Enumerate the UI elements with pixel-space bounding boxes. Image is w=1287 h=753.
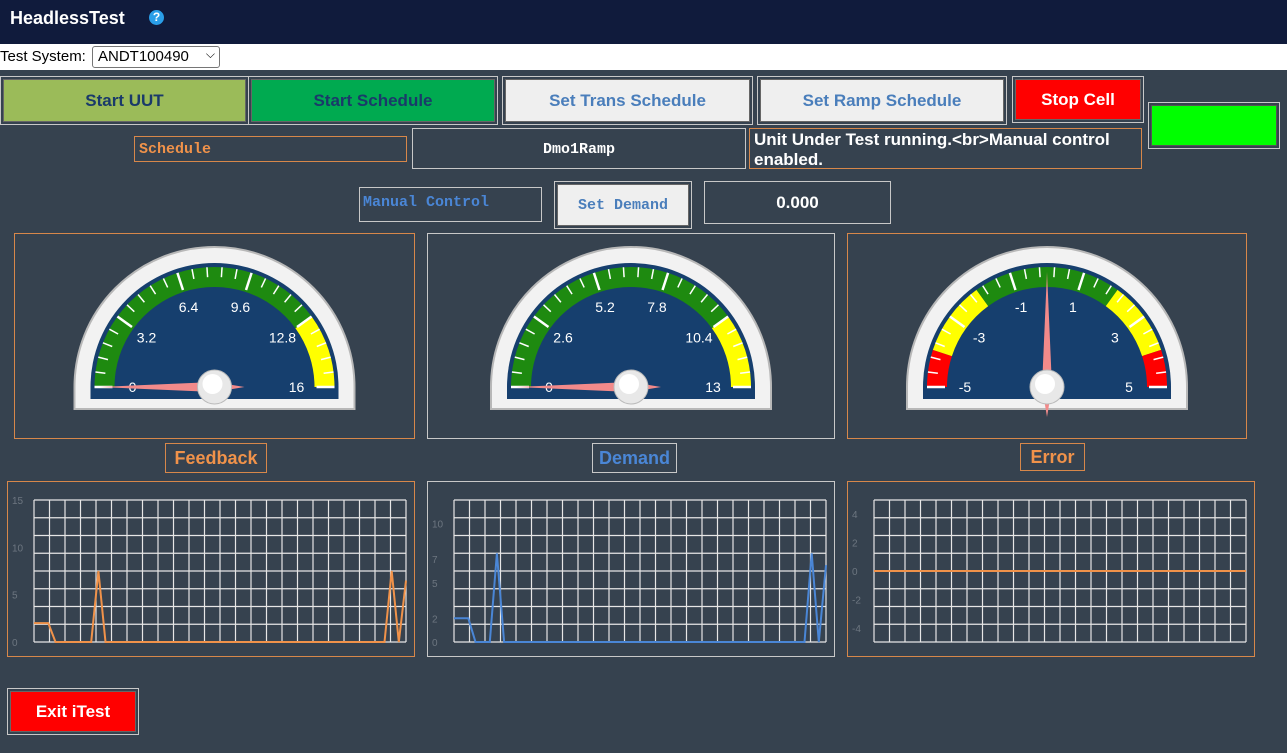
- stop-cell-wrap: Stop Cell: [1012, 76, 1144, 123]
- gauge-svg: 03.26.49.612.816: [73, 246, 356, 410]
- gauge-tick-label: 5.2: [595, 299, 615, 315]
- set-demand-wrap: Set Demand: [554, 181, 692, 229]
- chart-tick-label: 0: [12, 638, 18, 649]
- stop-cell-button[interactable]: Stop Cell: [1015, 79, 1141, 120]
- demand-chart-panel: 0 2 5 7 10: [427, 481, 835, 657]
- chart-tick-label: -4: [852, 624, 861, 635]
- gauge-tick: [637, 267, 640, 278]
- feedback-gauge-panel: 03.26.49.612.816: [14, 233, 415, 439]
- title-bar: HeadlessTest ?: [0, 0, 1287, 44]
- exit-button[interactable]: Exit iTest: [10, 691, 136, 732]
- gauge-hub-highlight: [1035, 374, 1055, 394]
- status-indicator-light: [1151, 105, 1277, 146]
- chart-tick-label: 2: [852, 539, 858, 550]
- test-system-value: ANDT100490: [98, 48, 189, 65]
- gauge-svg: -5 -3 -1 1 3 5: [906, 246, 1188, 417]
- gauge-tick-label: 2.6: [553, 330, 573, 346]
- gauge-tick-label: 6.4: [179, 299, 199, 315]
- chart-tick-label: 5: [432, 579, 438, 590]
- schedule-label: Schedule: [134, 136, 407, 162]
- gauge-tick-label: 13: [705, 379, 721, 395]
- set-ramp-schedule-wrap: Set Ramp Schedule: [757, 76, 1007, 125]
- gauge-tick-label: 10.4: [685, 330, 712, 346]
- gauge-tick-label: -1: [1015, 299, 1028, 315]
- gauge-hub-highlight: [619, 374, 639, 394]
- schedule-status-text: Unit Under Test running.<br>Manual contr…: [749, 128, 1142, 169]
- chart-tick-label: -2: [852, 595, 861, 606]
- start-schedule-button[interactable]: Start Schedule: [251, 79, 495, 122]
- chart-tick-label: 10: [12, 543, 24, 554]
- demand-value-display: 0.000: [704, 181, 891, 224]
- chart-tick-label: 10: [432, 520, 444, 531]
- chart-svg: 4 2 0 -2 -4: [852, 499, 1247, 643]
- gauge-tick-label: -5: [959, 379, 972, 395]
- chevron-down-icon: ⌵: [205, 47, 215, 61]
- gauge-tick-label: 1: [1069, 299, 1077, 315]
- start-schedule-wrap: Start Schedule: [248, 76, 498, 125]
- feedback-chart-panel: 0 5 10 15: [7, 481, 415, 657]
- feedback-label: Feedback: [165, 443, 267, 473]
- gauge-tick: [206, 267, 209, 278]
- gauge-tick-label: 16: [289, 379, 305, 395]
- status-indicator-wrap: [1148, 102, 1280, 149]
- test-system-select[interactable]: ANDT100490 ⌵: [92, 46, 220, 68]
- gauge-tick-label: 7.8: [647, 299, 667, 315]
- gauge-hub-highlight: [202, 374, 223, 394]
- chart-tick-label: 5: [12, 591, 18, 602]
- start-uut-wrap: Start UUT: [0, 76, 249, 125]
- set-demand-button[interactable]: Set Demand: [557, 184, 689, 226]
- gauge-tick-label: 9.6: [231, 299, 251, 315]
- chart-tick-label: 4: [852, 510, 858, 521]
- chart-tick-label: 0: [432, 638, 438, 649]
- chart-tick-label: 2: [432, 614, 438, 625]
- gauge-tick-label: -3: [973, 330, 986, 346]
- chart-tick-label: 7: [432, 555, 438, 566]
- gauge-tick-label: 5: [1125, 379, 1133, 395]
- gauge-svg: 02.65.27.810.413: [490, 246, 772, 410]
- chart-tick-label: 15: [12, 496, 24, 507]
- manual-control-label: Manual Control: [359, 187, 542, 222]
- test-system-label: Test System:: [0, 48, 86, 65]
- error-chart-panel: 4 2 0 -2 -4: [847, 481, 1255, 657]
- demand-label: Demand: [592, 443, 677, 473]
- gauge-tick-label: 3.2: [137, 330, 157, 346]
- error-label: Error: [1020, 443, 1085, 471]
- gauge-tick: [220, 267, 223, 278]
- exit-wrap: Exit iTest: [7, 688, 139, 735]
- schedule-name: Dmo1Ramp: [412, 128, 746, 169]
- set-trans-schedule-wrap: Set Trans Schedule: [502, 76, 753, 125]
- error-gauge-panel: -5 -3 -1 1 3 5: [847, 233, 1247, 439]
- set-ramp-schedule-button[interactable]: Set Ramp Schedule: [760, 79, 1004, 122]
- test-system-bar: Test System: ANDT100490 ⌵: [0, 44, 1287, 70]
- set-trans-schedule-button[interactable]: Set Trans Schedule: [505, 79, 750, 122]
- demand-gauge-panel: 02.65.27.810.413: [427, 233, 835, 439]
- chart-svg: 0 2 5 7 10: [432, 499, 827, 649]
- chart-svg: 0 5 10 15: [12, 496, 407, 649]
- gauge-tick-label: 12.8: [269, 330, 296, 346]
- gauge-tick: [1053, 267, 1056, 278]
- gauge-tick: [1038, 267, 1041, 278]
- start-uut-button[interactable]: Start UUT: [3, 79, 246, 122]
- help-icon[interactable]: ?: [149, 10, 164, 25]
- gauge-tick-label: 3: [1111, 330, 1119, 346]
- gauge-tick: [622, 267, 625, 278]
- app-title: HeadlessTest: [10, 8, 125, 28]
- chart-tick-label: 0: [852, 567, 858, 578]
